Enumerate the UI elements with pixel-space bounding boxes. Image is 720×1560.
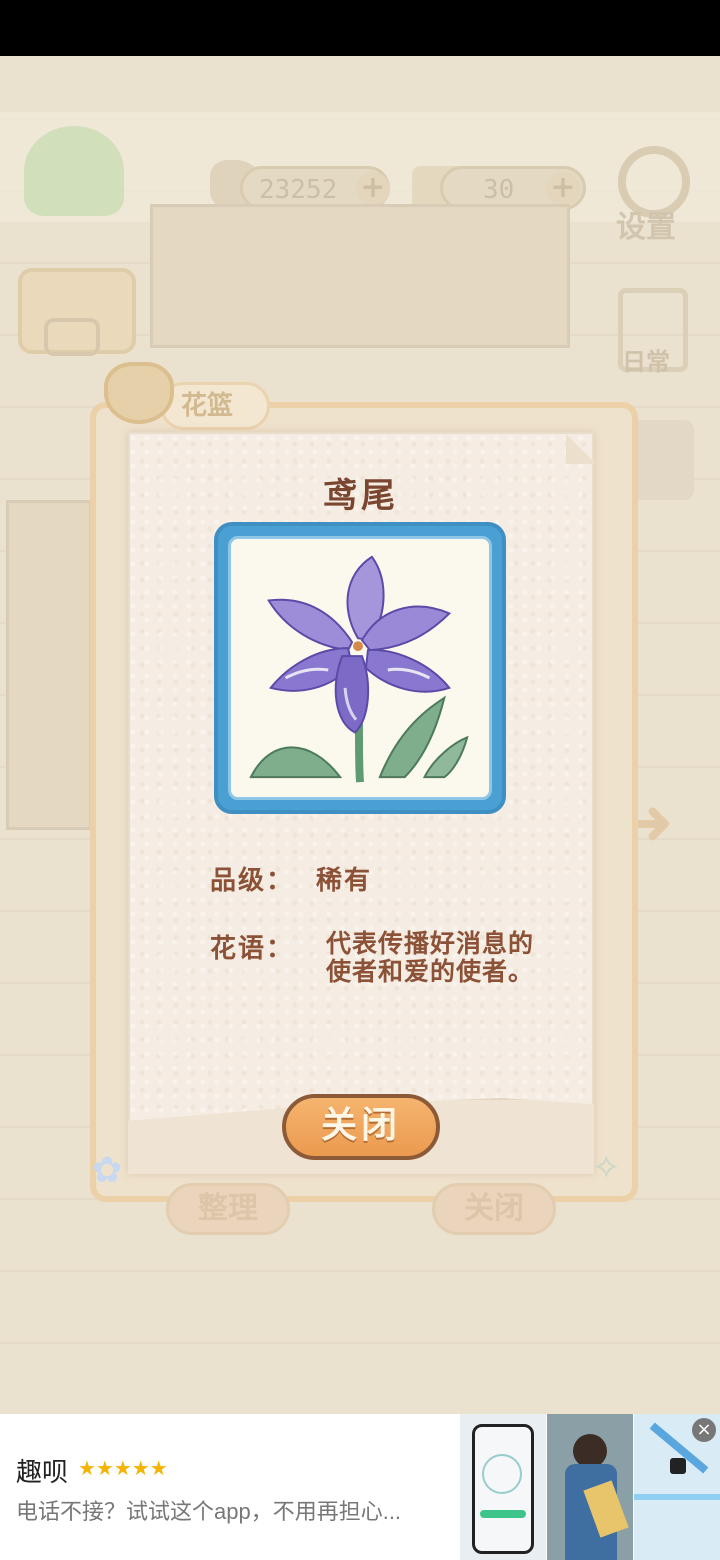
dragonfly-decoration-icon: ✧: [592, 1148, 621, 1188]
butterfly-decoration-icon: ✿: [92, 1150, 123, 1191]
status-bar: [0, 0, 720, 56]
background-shelf: [150, 204, 570, 348]
add-cakes-button[interactable]: +: [546, 172, 580, 206]
card-close-button[interactable]: 关闭: [282, 1094, 440, 1160]
ad-close-icon[interactable]: ×: [692, 1418, 716, 1442]
ad-phone-screenshot[interactable]: [460, 1414, 546, 1560]
basket-icon: [104, 362, 174, 424]
play-icon: [44, 318, 100, 356]
grade-label: 品级：: [210, 866, 295, 896]
flower-language-value: 代表传播好消息的使者和爱的使者。: [325, 929, 534, 986]
ad-app-name[interactable]: 趣呗: [16, 1452, 68, 1489]
ad-rating-stars: ★★★★★: [78, 1456, 168, 1480]
fish-coins-value: 23252: [259, 175, 338, 205]
ad-description[interactable]: 电话不接？试试这个app，不用再担心...: [16, 1494, 446, 1526]
add-fish-coins-button[interactable]: +: [356, 172, 390, 206]
daily-label[interactable]: 日常: [622, 342, 670, 377]
grade-value: 稀有: [316, 866, 373, 896]
background-cabinet: [6, 500, 92, 830]
basket-tab[interactable]: 花篮: [160, 382, 270, 430]
flower-image-frame: [214, 522, 506, 814]
flower-name: 鸢尾: [323, 476, 399, 516]
settings-label[interactable]: 设置: [616, 202, 676, 246]
flower-language-label: 花语：: [210, 934, 295, 964]
iris-flower-image: [249, 555, 469, 783]
cakes-value: 30: [483, 175, 515, 205]
tree-icon[interactable]: [24, 126, 124, 216]
basket-close-button[interactable]: 关闭: [432, 1183, 556, 1235]
ad-photo-person[interactable]: [547, 1414, 633, 1560]
organize-button[interactable]: 整理: [166, 1183, 290, 1235]
